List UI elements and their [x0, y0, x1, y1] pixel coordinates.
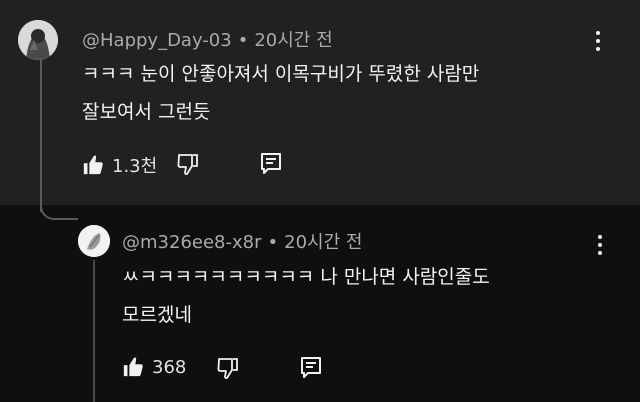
comment-text-line: 잘보여서 그런듯	[82, 101, 211, 123]
avatar-image	[18, 20, 58, 60]
meta-separator: •	[267, 232, 279, 253]
comment-meta: @Happy_Day-03 • 20시간 전	[82, 26, 333, 52]
comment-menu-button[interactable]	[590, 230, 610, 260]
more-vertical-icon	[598, 235, 602, 239]
avatar-image	[78, 225, 110, 257]
dislike-button[interactable]	[176, 152, 200, 176]
comment-text-line: ㅆㅋㅋㅋㅋㅋㅋㅋㅋㅋㅋ 나 만나면 사람인줄도	[122, 266, 490, 288]
comment-thread: @Happy_Day-03 • 20시간 전 ㅋㅋㅋ 눈이 안좋아져서 이목구비가 …	[0, 0, 640, 402]
thread-line	[40, 58, 42, 212]
like-count: 368	[152, 356, 187, 378]
reply-button[interactable]	[300, 356, 322, 380]
comment-time: 20시간 전	[284, 232, 363, 253]
comment-time: 20시간 전	[254, 30, 333, 51]
comment-meta: @m326ee8-x8r • 20시간 전	[122, 228, 362, 254]
more-vertical-icon	[596, 31, 600, 35]
thread-line	[93, 260, 95, 402]
thumbs-up-icon	[83, 155, 103, 175]
author-name[interactable]: @m326ee8-x8r	[122, 232, 262, 253]
comment-menu-button[interactable]	[588, 26, 608, 56]
comment-text-line: 모르겠네	[122, 304, 192, 326]
comment-card: @Happy_Day-03 • 20시간 전 ㅋㅋㅋ 눈이 안좋아져서 이목구비가 …	[0, 0, 640, 205]
reply-icon	[261, 153, 281, 174]
user-avatar[interactable]	[18, 20, 58, 60]
comment-text-line: ㅋㅋㅋ 눈이 안좋아져서 이목구비가 뚜렸한 사람만	[82, 63, 480, 85]
like-button[interactable]: 1.3천	[82, 152, 157, 178]
reply-button[interactable]	[260, 152, 282, 176]
like-button[interactable]: 368	[122, 356, 186, 378]
thumbs-down-icon	[217, 358, 238, 379]
thumbs-down-icon	[177, 154, 198, 175]
meta-separator: •	[237, 30, 249, 51]
dislike-button[interactable]	[216, 356, 240, 380]
thumbs-up-icon	[123, 357, 143, 377]
like-count: 1.3천	[112, 156, 158, 177]
author-name[interactable]: @Happy_Day-03	[82, 30, 232, 51]
reply-icon	[301, 357, 321, 378]
user-avatar[interactable]	[78, 225, 110, 257]
thread-connector	[40, 196, 78, 220]
